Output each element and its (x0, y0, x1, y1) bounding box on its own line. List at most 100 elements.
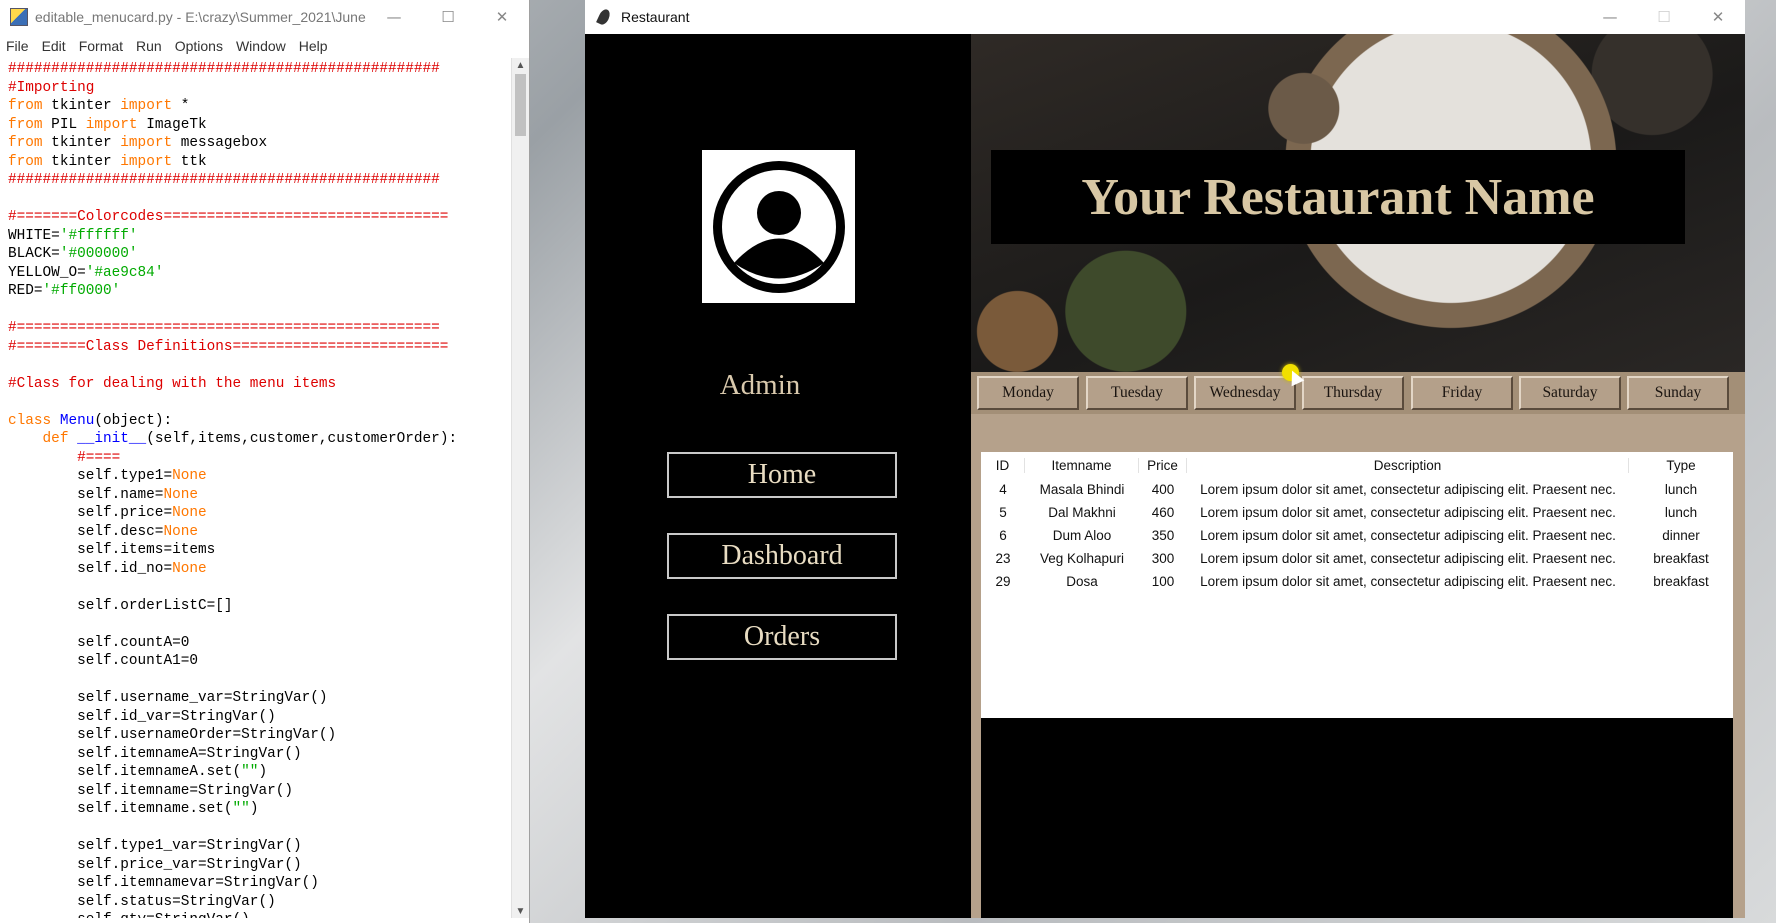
day-button-thursday[interactable]: Thursday (1302, 376, 1404, 410)
menu-items-table[interactable]: ID Itemname Price Description Type 4 Masa… (981, 452, 1733, 718)
menu-window[interactable]: Window (236, 38, 286, 54)
code-line: def __init__(self,items,customer,custome… (8, 430, 512, 449)
code-line: self.name=None (8, 486, 512, 505)
code-token: ) (249, 801, 259, 817)
code-token: PIL (42, 116, 86, 133)
column-header-price[interactable]: Price (1139, 457, 1187, 473)
menu-help[interactable]: Help (299, 38, 328, 54)
maximize-button[interactable]: ☐ (421, 0, 475, 34)
code-line: self.itemnameA.set("") (8, 763, 512, 782)
column-header-description[interactable]: Description (1187, 457, 1629, 473)
scroll-down-icon[interactable]: ▼ (512, 904, 529, 918)
menu-options[interactable]: Options (175, 38, 223, 54)
close-button[interactable]: ✕ (1691, 0, 1745, 34)
code-editor[interactable]: ########################################… (0, 58, 512, 918)
menu-run[interactable]: Run (136, 38, 162, 54)
menu-panel: ID Itemname Price Description Type 4 Masa… (971, 414, 1745, 918)
code-token: self.type1= (8, 468, 173, 484)
scrollbar-thumb[interactable] (515, 74, 526, 136)
code-line: #Class for dealing with the menu items (8, 375, 512, 394)
cell-price: 300 (1151, 551, 1175, 566)
code-line: self.itemname=StringVar() (8, 782, 512, 801)
code-line: #=======Colorcodes======================… (8, 208, 512, 227)
day-tabs: Monday Tuesday Wednesday Thursday Friday… (971, 372, 1745, 414)
code-token: #=======Colorcodes======================… (8, 209, 449, 225)
code-token: self.qty=StringVar() (8, 912, 250, 918)
column-header-id[interactable]: ID (981, 457, 1025, 473)
minimize-button[interactable]: — (1583, 0, 1637, 34)
editor-scrollbar[interactable]: ▲ ▼ (511, 58, 529, 918)
cell-itemname: Masala Bhindi (1039, 482, 1125, 497)
code-token: import (85, 116, 138, 133)
cell-itemname: Veg Kolhapuri (1039, 551, 1125, 566)
day-button-monday[interactable]: Monday (977, 376, 1079, 410)
cell-type: dinner (1662, 528, 1700, 543)
code-line: self.itemnamevar=StringVar() (8, 874, 512, 893)
column-header-type[interactable]: Type (1629, 458, 1733, 473)
dashboard-button[interactable]: Dashboard (667, 533, 897, 579)
code-line: #=======================================… (8, 319, 512, 338)
minimize-button[interactable]: — (367, 0, 421, 34)
restaurant-name-title: Your Restaurant Name (991, 150, 1685, 244)
cell-id: 5 (999, 505, 1007, 520)
day-button-sunday[interactable]: Sunday (1627, 376, 1729, 410)
code-token: self.countA=0 (8, 634, 190, 651)
day-button-wednesday[interactable]: Wednesday (1194, 376, 1296, 410)
code-token: '#000000' (59, 246, 138, 262)
empty-panel-area (981, 718, 1733, 918)
cell-id: 4 (999, 482, 1007, 497)
code-line: self.qty=StringVar() (8, 911, 512, 918)
menu-edit[interactable]: Edit (42, 38, 66, 54)
scroll-up-icon[interactable]: ▲ (512, 58, 529, 72)
avatar (702, 150, 855, 303)
column-header-itemname[interactable]: Itemname (1025, 457, 1139, 473)
cell-price: 100 (1151, 574, 1175, 589)
code-token: None (172, 560, 207, 577)
orders-button[interactable]: Orders (667, 614, 897, 660)
day-button-tuesday[interactable]: Tuesday (1086, 376, 1188, 410)
close-button[interactable]: ✕ (475, 0, 529, 34)
code-token: def (42, 431, 69, 447)
day-button-saturday[interactable]: Saturday (1519, 376, 1621, 410)
table-row[interactable]: 4 Masala Bhindi 400 Lorem ipsum dolor sit a… (981, 478, 1733, 501)
cell-itemname: Dum Aloo (1052, 528, 1112, 543)
code-token: ) (258, 764, 268, 780)
table-row[interactable]: 6 Dum Aloo 350 Lorem ipsum dolor sit amet, … (981, 524, 1733, 547)
code-line: self.items=items (8, 541, 512, 560)
table-row[interactable]: 23 Veg Kolhapuri 300 Lorem ipsum dolor sit … (981, 547, 1733, 570)
restaurant-titlebar: Restaurant — ☐ ✕ (585, 0, 1745, 34)
code-line: self.status=StringVar() (8, 893, 512, 912)
table-row[interactable]: 29 Dosa 100 Lorem ipsum dolor sit amet, con… (981, 570, 1733, 593)
restaurant-window-title: Restaurant (621, 9, 690, 25)
code-token: self.price= (8, 505, 173, 521)
code-token: from (8, 116, 43, 133)
code-token: self.itemnameA=StringVar() (8, 745, 302, 762)
cell-id: 23 (995, 551, 1011, 566)
home-button[interactable]: Home (667, 452, 897, 498)
code-token: from (8, 98, 43, 114)
idle-editor-window: editable_menucard.py - E:\crazy\Summer_2… (0, 0, 530, 923)
code-line: self.orderListC=[] (8, 597, 512, 616)
code-token: self.itemname.set( (8, 801, 233, 817)
code-token: self.itemnamevar=StringVar() (8, 875, 319, 891)
cell-itemname: Dosa (1066, 574, 1098, 589)
code-token: self.orderListC=[] (8, 597, 233, 614)
code-token: ImageTk (137, 116, 207, 133)
menu-format[interactable]: Format (79, 38, 123, 54)
day-button-friday[interactable]: Friday (1411, 376, 1513, 410)
code-line: self.price=None (8, 504, 512, 523)
sidebar: Admin Home Dashboard Orders (585, 34, 971, 918)
code-token: ########################################… (8, 172, 440, 188)
maximize-button[interactable]: ☐ (1637, 0, 1691, 34)
table-row[interactable]: 5 Dal Makhni 460 Lorem ipsum dolor sit amet… (981, 501, 1733, 524)
code-token: None (172, 468, 207, 484)
menu-file[interactable]: File (6, 38, 29, 54)
cell-id: 29 (995, 574, 1011, 589)
